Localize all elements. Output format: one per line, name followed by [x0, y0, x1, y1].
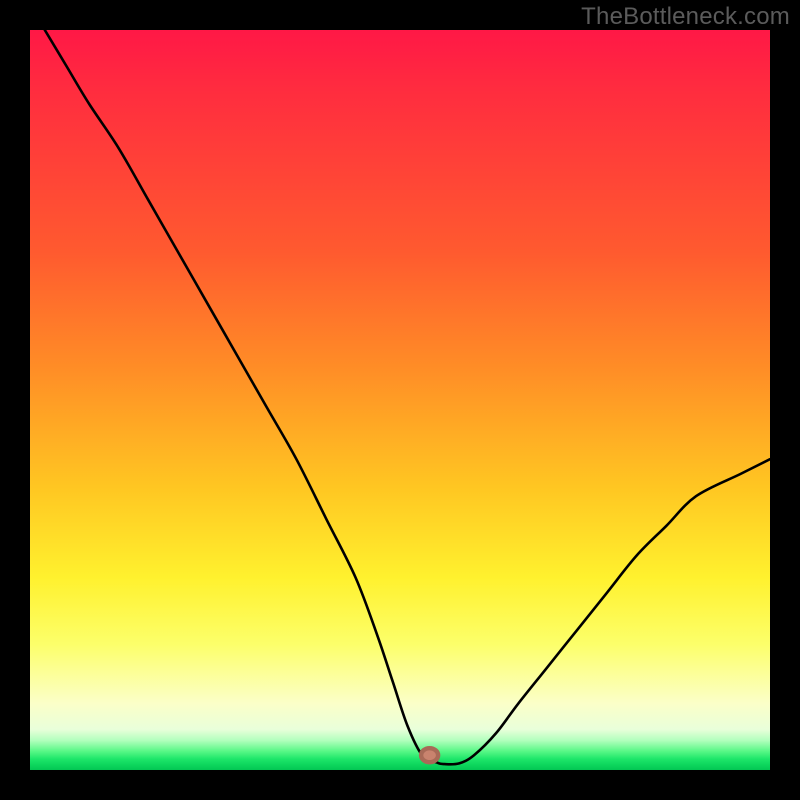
- plot-area: [30, 30, 770, 770]
- watermark-text: TheBottleneck.com: [581, 3, 790, 31]
- bottleneck-curve-path: [45, 30, 770, 764]
- chart-root: TheBottleneck.com: [0, 0, 800, 800]
- bottleneck-curve-svg: [30, 30, 770, 770]
- vertex-marker: [421, 748, 438, 762]
